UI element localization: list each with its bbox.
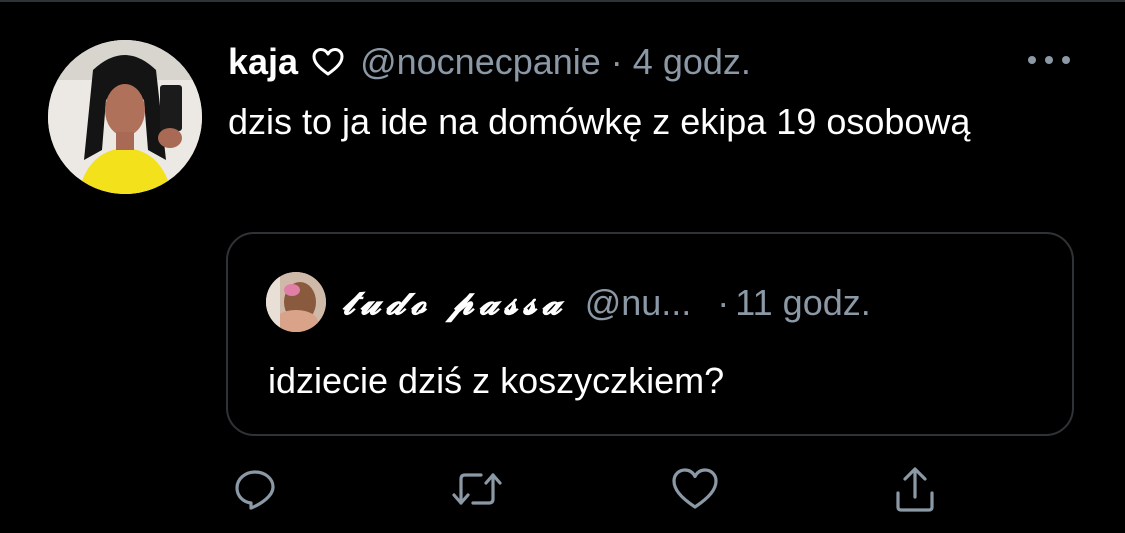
quoted-tweet-text: idziecie dziś z koszyczkiem? [268,360,725,401]
quoted-separator-dot: · [717,282,730,323]
author-display-name[interactable]: kaja [228,41,298,83]
heart-outline-icon [312,47,344,77]
tweet-text: dzis to ja ide na domówkę z ekipa 19 oso… [228,101,971,142]
reply-button[interactable] [228,462,282,516]
separator-dot: · [610,41,623,82]
tweet-timestamp[interactable]: 4 godz. [633,41,751,83]
top-divider [0,0,1125,2]
retweet-button[interactable] [450,462,504,516]
author-handle[interactable]: @nocnecpanie [360,41,601,83]
like-button[interactable] [668,462,722,516]
share-button[interactable] [888,462,942,516]
reply-icon [235,470,275,510]
more-horizontal-icon[interactable] [1024,52,1074,68]
quoted-author-display-name[interactable]: 𝓽𝓾𝓭𝓸 𝓹𝓪𝓼𝓼𝓪 [342,283,567,323]
quoted-author-avatar[interactable] [266,272,326,332]
quoted-tweet-header: 𝓽𝓾𝓭𝓸 𝓹𝓪𝓼𝓼𝓪 @nu... · 11 godz. [342,278,871,328]
quoted-tweet-card[interactable]: 𝓽𝓾𝓭𝓸 𝓹𝓪𝓼𝓼𝓪 @nu... · 11 godz. idziecie dz… [226,232,1074,436]
heart-icon [672,468,718,509]
author-avatar[interactable] [48,40,202,194]
quoted-author-handle[interactable]: @nu... [585,282,692,324]
retweet-icon [452,473,502,505]
tweet-header: kaja @nocnecpanie · 4 godz. [228,38,751,86]
quoted-avatar-image [266,272,326,332]
share-icon [896,467,934,512]
quoted-tweet-timestamp[interactable]: 11 godz. [735,282,870,324]
avatar-image [48,40,202,194]
